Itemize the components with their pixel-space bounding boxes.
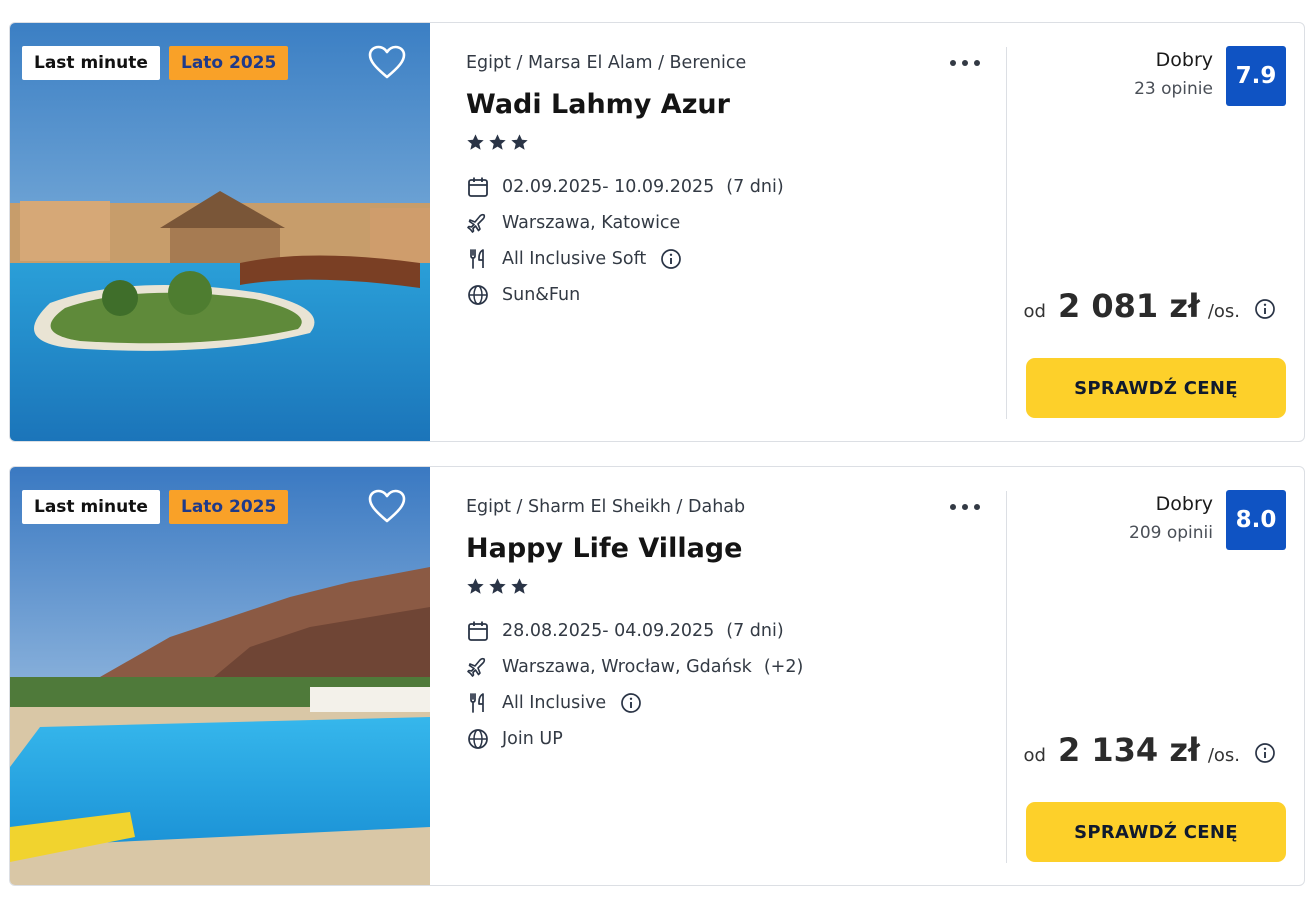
star-icon xyxy=(511,578,528,594)
globe-icon xyxy=(466,283,490,307)
review-count[interactable]: 209 opinii xyxy=(1129,523,1213,543)
duration-text: (7 dni) xyxy=(726,177,784,197)
rating-label: Dobry xyxy=(1155,49,1213,71)
hotel-name[interactable]: Wadi Lahmy Azur xyxy=(466,89,730,120)
star-icon xyxy=(511,134,528,150)
season-badge: Lato 2025 xyxy=(169,490,289,524)
season-badge: Lato 2025 xyxy=(169,46,289,80)
check-price-button[interactable]: SPRAWDŹ CENĘ xyxy=(1026,802,1286,862)
last-minute-badge: Last minute xyxy=(22,490,160,524)
cutlery-icon xyxy=(466,691,490,715)
offer-card[interactable]: Last minute Lato 2025 Egipt / Marsa El A… xyxy=(9,22,1305,442)
price-from-label: od xyxy=(1023,301,1046,322)
info-circle-icon[interactable] xyxy=(1254,742,1276,764)
offer-card[interactable]: Last minute Lato 2025 Egipt / Sharm El S… xyxy=(9,466,1305,886)
info-circle-icon[interactable] xyxy=(1254,298,1276,320)
star-icon xyxy=(489,134,506,150)
departures-text: Warszawa, Wrocław, Gdańsk xyxy=(502,657,752,677)
calendar-icon xyxy=(466,175,490,199)
more-dots-icon[interactable] xyxy=(949,497,981,517)
calendar-icon xyxy=(466,619,490,643)
globe-icon xyxy=(466,727,490,751)
heart-outline-icon[interactable] xyxy=(367,488,407,524)
plane-icon xyxy=(466,655,490,679)
check-price-button[interactable]: SPRAWDŹ CENĘ xyxy=(1026,358,1286,418)
column-divider xyxy=(1006,47,1007,419)
info-circle-icon[interactable] xyxy=(660,248,682,270)
rating-label: Dobry xyxy=(1155,493,1213,515)
hotel-photo[interactable]: Last minute Lato 2025 xyxy=(10,467,430,885)
price-row: od 2 081 zł /os. xyxy=(1024,287,1276,331)
duration-text: (7 dni) xyxy=(726,621,784,641)
offer-info: Egipt / Marsa El Alam / Berenice Wadi La… xyxy=(466,23,1006,441)
location-breadcrumb[interactable]: Egipt / Sharm El Sheikh / Dahab xyxy=(466,497,745,517)
dates-row: 02.09.2025- 10.09.2025 (7 dni) xyxy=(466,173,784,201)
price-per-person: /os. xyxy=(1207,301,1240,322)
offer-info: Egipt / Sharm El Sheikh / Dahab Happy Li… xyxy=(466,467,1006,885)
hotel-star-rating xyxy=(466,577,529,597)
price-value: 2 081 zł xyxy=(1057,287,1200,325)
price-value: 2 134 zł xyxy=(1057,731,1200,769)
column-divider xyxy=(1006,491,1007,863)
review-count[interactable]: 23 opinie xyxy=(1134,79,1213,99)
rating-score-badge: 8.0 xyxy=(1226,490,1286,550)
concept-row: Sun&Fun xyxy=(466,281,580,309)
star-icon xyxy=(467,134,484,150)
board-text: All Inclusive Soft xyxy=(502,249,647,269)
board-text: All Inclusive xyxy=(502,693,607,713)
dates-row: 28.08.2025- 04.09.2025 (7 dni) xyxy=(466,617,784,645)
star-icon xyxy=(489,578,506,594)
hotel-name[interactable]: Happy Life Village xyxy=(466,533,742,564)
price-per-person: /os. xyxy=(1207,745,1240,766)
concept-text: Join UP xyxy=(502,729,563,749)
dates-text: 28.08.2025- 04.09.2025 xyxy=(502,621,715,641)
heart-outline-icon[interactable] xyxy=(367,44,407,80)
info-circle-icon[interactable] xyxy=(620,692,642,714)
hotel-photo-image xyxy=(10,23,430,441)
departures-text: Warszawa, Katowice xyxy=(502,213,681,233)
plane-icon xyxy=(466,211,490,235)
hotel-photo[interactable]: Last minute Lato 2025 xyxy=(10,23,430,441)
price-row: od 2 134 zł /os. xyxy=(1024,731,1276,775)
more-dots-icon[interactable] xyxy=(949,53,981,73)
board-row: All Inclusive Soft xyxy=(466,245,682,273)
star-icon xyxy=(467,578,484,594)
dates-text: 02.09.2025- 10.09.2025 xyxy=(502,177,715,197)
price-from-label: od xyxy=(1023,745,1046,766)
hotel-photo-image xyxy=(10,467,430,885)
departures-extra-text[interactable]: (+2) xyxy=(764,657,803,677)
last-minute-badge: Last minute xyxy=(22,46,160,80)
hotel-star-rating xyxy=(466,133,529,153)
cutlery-icon xyxy=(466,247,490,271)
concept-text: Sun&Fun xyxy=(502,285,581,305)
board-row: All Inclusive xyxy=(466,689,642,717)
departures-row: Warszawa, Katowice xyxy=(466,209,692,237)
departures-row: Warszawa, Wrocław, Gdańsk (+2) xyxy=(466,653,803,681)
rating-score-badge: 7.9 xyxy=(1226,46,1286,106)
location-breadcrumb[interactable]: Egipt / Marsa El Alam / Berenice xyxy=(466,53,746,73)
concept-row: Join UP xyxy=(466,725,563,753)
